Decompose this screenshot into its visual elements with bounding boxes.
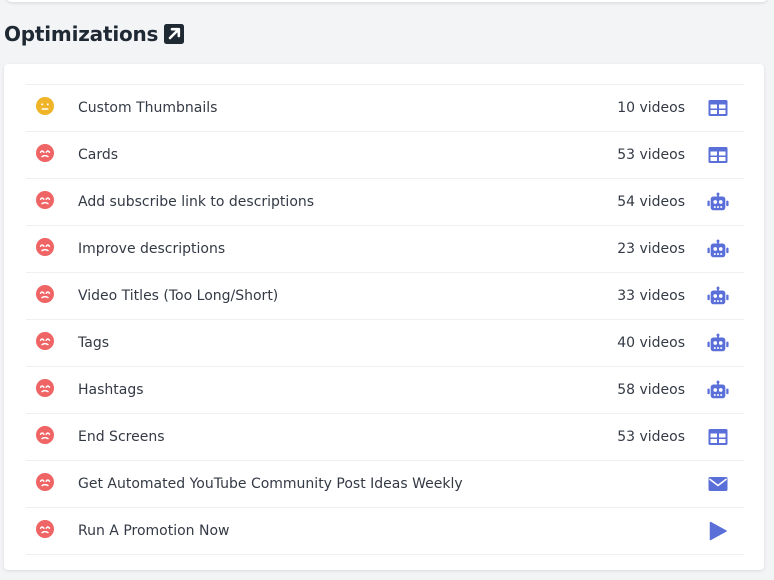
video-count: 53 videos — [617, 147, 685, 163]
video-count: 54 videos — [617, 194, 685, 210]
previous-card-edge — [6, 0, 768, 2]
sad-face-icon — [36, 238, 54, 256]
optimization-label: Custom Thumbnails — [78, 100, 218, 116]
robot-icon[interactable] — [707, 238, 729, 260]
optimization-label: Add subscribe link to descriptions — [78, 194, 315, 210]
sad-face-icon — [36, 473, 54, 491]
envelope-icon[interactable] — [707, 473, 729, 495]
video-count: 10 videos — [617, 100, 685, 116]
optimization-row[interactable]: Improve descriptions 23 videos — [26, 226, 744, 273]
video-count: 53 videos — [617, 429, 685, 445]
optimizations-card: Custom Thumbnails 10 videos Cards 53 videos… — [4, 64, 764, 570]
video-count: 33 videos — [617, 288, 685, 304]
robot-icon[interactable] — [707, 191, 729, 213]
optimization-label: Run A Promotion Now — [78, 523, 230, 539]
table-icon[interactable] — [707, 97, 729, 119]
optimization-row[interactable]: Tags 40 videos — [26, 320, 744, 367]
sad-face-icon — [36, 144, 54, 162]
table-icon[interactable] — [707, 144, 729, 166]
section-header: Optimizations — [4, 20, 185, 48]
optimization-row[interactable]: Get Automated YouTube Community Post Ide… — [26, 461, 744, 508]
robot-icon[interactable] — [707, 379, 729, 401]
sad-face-icon — [36, 191, 54, 209]
sad-face-icon — [36, 520, 54, 538]
video-count: 40 videos — [617, 335, 685, 351]
video-count: 58 videos — [617, 382, 685, 398]
external-link-icon[interactable] — [164, 24, 185, 44]
play-icon[interactable] — [707, 520, 729, 542]
table-icon[interactable] — [707, 426, 729, 448]
sad-face-icon — [36, 379, 54, 397]
optimization-label: Hashtags — [78, 382, 144, 398]
optimization-row[interactable]: Hashtags 58 videos — [26, 367, 744, 414]
robot-icon[interactable] — [707, 285, 729, 307]
robot-icon[interactable] — [707, 332, 729, 354]
section-title: Optimizations — [4, 22, 159, 46]
optimization-label: Improve descriptions — [78, 241, 226, 257]
optimization-row[interactable]: Cards 53 videos — [26, 132, 744, 179]
sad-face-icon — [36, 426, 54, 444]
sad-face-icon — [36, 285, 54, 303]
optimization-row[interactable]: Run A Promotion Now — [26, 508, 744, 555]
optimization-label: Get Automated YouTube Community Post Ide… — [78, 476, 463, 492]
optimization-label: Video Titles (Too Long/Short) — [78, 288, 279, 304]
optimization-row[interactable]: Custom Thumbnails 10 videos — [26, 85, 744, 132]
sad-face-icon — [36, 332, 54, 350]
optimization-row[interactable]: Video Titles (Too Long/Short) 33 videos — [26, 273, 744, 320]
optimization-row[interactable]: Add subscribe link to descriptions 54 vid… — [26, 179, 744, 226]
optimization-label: Tags — [78, 335, 109, 351]
optimization-label: End Screens — [78, 429, 165, 445]
video-count: 23 videos — [617, 241, 685, 257]
optimizations-list: Custom Thumbnails 10 videos Cards 53 videos… — [26, 84, 744, 555]
optimization-label: Cards — [78, 147, 119, 163]
optimization-row[interactable]: End Screens 53 videos — [26, 414, 744, 461]
neutral-face-icon — [36, 97, 54, 115]
